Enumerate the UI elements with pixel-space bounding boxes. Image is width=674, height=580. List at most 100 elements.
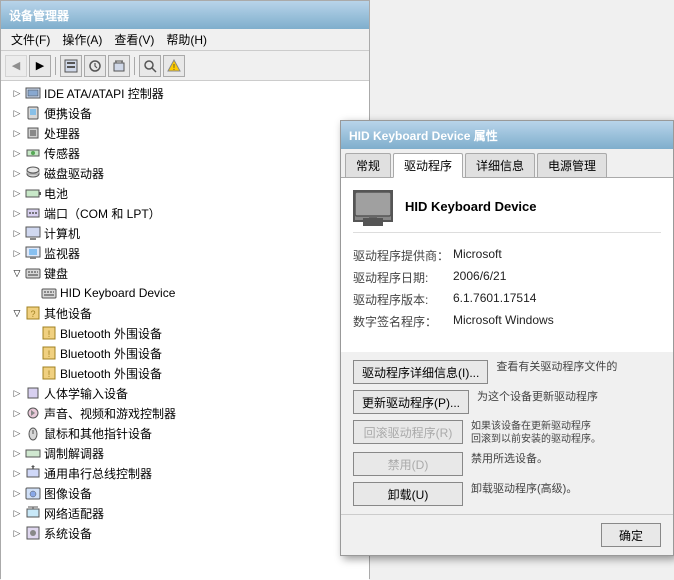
tree-item-battery[interactable]: ▷ 电池 xyxy=(1,183,369,203)
dialog-title-text: HID Keyboard Device 属性 xyxy=(349,127,498,144)
tree-label-monitor: 监视器 xyxy=(44,245,80,262)
toggle-battery[interactable]: ▷ xyxy=(9,185,25,201)
icon-other: ? xyxy=(25,305,41,321)
svg-text:!: ! xyxy=(48,329,51,339)
menu-help[interactable]: 帮助(H) xyxy=(160,29,213,50)
tree-label-audio: 声音、视频和游戏控制器 xyxy=(44,405,176,422)
tree-label-mouse: 鼠标和其他指针设备 xyxy=(44,425,152,442)
uninstall-row: 卸载(U) 卸载驱动程序(高级)。 xyxy=(353,482,661,506)
tree-item-computer[interactable]: ▷ 计算机 xyxy=(1,223,369,243)
toggle-hid[interactable]: ▷ xyxy=(9,385,25,401)
tree-item-audio[interactable]: ▷ 声音、视频和游戏控制器 xyxy=(1,403,369,423)
back-button[interactable]: ◀ xyxy=(5,55,27,77)
toggle-disk[interactable]: ▷ xyxy=(9,165,25,181)
dialog-tabs: 常规 驱动程序 详细信息 电源管理 xyxy=(341,149,673,178)
properties-button[interactable] xyxy=(60,55,82,77)
dialog-footer: 确定 xyxy=(341,514,673,555)
tree-item-disk[interactable]: ▷ 磁盘驱动器 xyxy=(1,163,369,183)
warning-button[interactable]: ! xyxy=(163,55,185,77)
tree-item-ide[interactable]: ▷ IDE ATA/ATAPI 控制器 xyxy=(1,83,369,103)
uninstall-button[interactable]: 卸载(U) xyxy=(353,482,463,506)
tree-item-usb[interactable]: ▷ 通用串行总线控制器 xyxy=(1,463,369,483)
tree-item-monitor[interactable]: ▷ 监视器 xyxy=(1,243,369,263)
tab-general[interactable]: 常规 xyxy=(345,153,391,177)
toggle-ide[interactable]: ▷ xyxy=(9,85,25,101)
driver-info-table: 驱动程序提供商： Microsoft 驱动程序日期: 2006/6/21 驱动程… xyxy=(353,247,661,330)
tree-item-bt1[interactable]: ! Bluetooth 外围设备 xyxy=(1,323,369,343)
tree-item-hid[interactable]: ▷ 人体学输入设备 xyxy=(1,383,369,403)
toggle-modem[interactable]: ▷ xyxy=(9,445,25,461)
toggle-other[interactable]: ▽ xyxy=(9,305,25,321)
tree-item-other[interactable]: ▽ ? 其他设备 xyxy=(1,303,369,323)
version-row: 驱动程序版本: 6.1.7601.17514 xyxy=(353,291,661,308)
device-tree[interactable]: ▷ IDE ATA/ATAPI 控制器 ▷ 便携设备 ▷ 处理器 ▷ xyxy=(1,81,369,580)
icon-portable xyxy=(25,105,41,121)
tree-label-keyboard: 键盘 xyxy=(44,265,68,282)
tree-item-bt2[interactable]: ! Bluetooth 外围设备 xyxy=(1,343,369,363)
version-label: 驱动程序版本: xyxy=(353,291,453,308)
provider-value: Microsoft xyxy=(453,247,502,264)
ok-button[interactable]: 确定 xyxy=(601,523,661,547)
toggle-imaging[interactable]: ▷ xyxy=(9,485,25,501)
toggle-audio[interactable]: ▷ xyxy=(9,405,25,421)
tab-power[interactable]: 电源管理 xyxy=(537,153,607,177)
tree-item-keyboard[interactable]: ▽ 键盘 xyxy=(1,263,369,283)
menu-file[interactable]: 文件(F) xyxy=(5,29,56,50)
tree-item-port[interactable]: ▷ 端口（COM 和 LPT） xyxy=(1,203,369,223)
tree-item-processor[interactable]: ▷ 处理器 xyxy=(1,123,369,143)
toggle-computer[interactable]: ▷ xyxy=(9,225,25,241)
tree-item-system[interactable]: ▷ 系统设备 xyxy=(1,523,369,543)
uninstall-desc: 卸载驱动程序(高级)。 xyxy=(471,482,661,497)
date-value: 2006/6/21 xyxy=(453,269,506,286)
toggle-network[interactable]: ▷ xyxy=(9,505,25,521)
tree-item-bt3[interactable]: ! Bluetooth 外围设备 xyxy=(1,363,369,383)
icon-imaging xyxy=(25,485,41,501)
dialog-action-buttons: 驱动程序详细信息(I)... 查看有关驱动程序文件的 更新驱动程序(P)... … xyxy=(341,352,673,514)
device-name-display: HID Keyboard Device xyxy=(405,199,537,214)
toggle-monitor[interactable]: ▷ xyxy=(9,245,25,261)
tree-label-disk: 磁盘驱动器 xyxy=(44,165,104,182)
icon-hid-keyboard xyxy=(41,285,57,301)
dialog-body: HID Keyboard Device 驱动程序提供商： Microsoft 驱… xyxy=(341,178,673,352)
toolbar-separator-2 xyxy=(134,57,135,75)
tab-details[interactable]: 详细信息 xyxy=(465,153,535,177)
driver-details-row: 驱动程序详细信息(I)... 查看有关驱动程序文件的 xyxy=(353,360,661,384)
icon-ide xyxy=(25,85,41,101)
toggle-sensor[interactable]: ▷ xyxy=(9,145,25,161)
icon-sensor xyxy=(25,145,41,161)
toggle-portable[interactable]: ▷ xyxy=(9,105,25,121)
toggle-processor[interactable]: ▷ xyxy=(9,125,25,141)
scan-button[interactable] xyxy=(139,55,161,77)
rollback-driver-button[interactable]: 回滚驱动程序(R) xyxy=(353,420,463,444)
toggle-usb[interactable]: ▷ xyxy=(9,465,25,481)
forward-button[interactable]: ▶ xyxy=(29,55,51,77)
uninstall-button[interactable] xyxy=(108,55,130,77)
tree-item-network[interactable]: ▷ 网络适配器 xyxy=(1,503,369,523)
toggle-system[interactable]: ▷ xyxy=(9,525,25,541)
provider-row: 驱动程序提供商： Microsoft xyxy=(353,247,661,264)
update-button[interactable] xyxy=(84,55,106,77)
tree-label-bt2: Bluetooth 外围设备 xyxy=(60,345,162,362)
tree-label-system: 系统设备 xyxy=(44,525,92,542)
tree-item-imaging[interactable]: ▷ 图像设备 xyxy=(1,483,369,503)
driver-details-button[interactable]: 驱动程序详细信息(I)... xyxy=(353,360,488,384)
tab-driver[interactable]: 驱动程序 xyxy=(393,153,463,178)
toggle-keyboard[interactable]: ▽ xyxy=(9,265,25,281)
toggle-port[interactable]: ▷ xyxy=(9,205,25,221)
tree-label-usb: 通用串行总线控制器 xyxy=(44,465,152,482)
menu-bar: 文件(F) 操作(A) 查看(V) 帮助(H) xyxy=(1,29,369,51)
icon-hid xyxy=(25,385,41,401)
update-driver-button[interactable]: 更新驱动程序(P)... xyxy=(353,390,469,414)
icon-disk xyxy=(25,165,41,181)
tree-item-modem[interactable]: ▷ 调制解调器 xyxy=(1,443,369,463)
menu-action[interactable]: 操作(A) xyxy=(56,29,108,50)
tree-item-hid-keyboard[interactable]: HID Keyboard Device xyxy=(1,283,369,303)
toggle-bt3 xyxy=(25,365,41,381)
toggle-mouse[interactable]: ▷ xyxy=(9,425,25,441)
tree-item-mouse[interactable]: ▷ 鼠标和其他指针设备 xyxy=(1,423,369,443)
menu-view[interactable]: 查看(V) xyxy=(108,29,160,50)
disable-button[interactable]: 禁用(D) xyxy=(353,452,463,476)
icon-port xyxy=(25,205,41,221)
tree-item-sensor[interactable]: ▷ 传感器 xyxy=(1,143,369,163)
tree-item-portable[interactable]: ▷ 便携设备 xyxy=(1,103,369,123)
